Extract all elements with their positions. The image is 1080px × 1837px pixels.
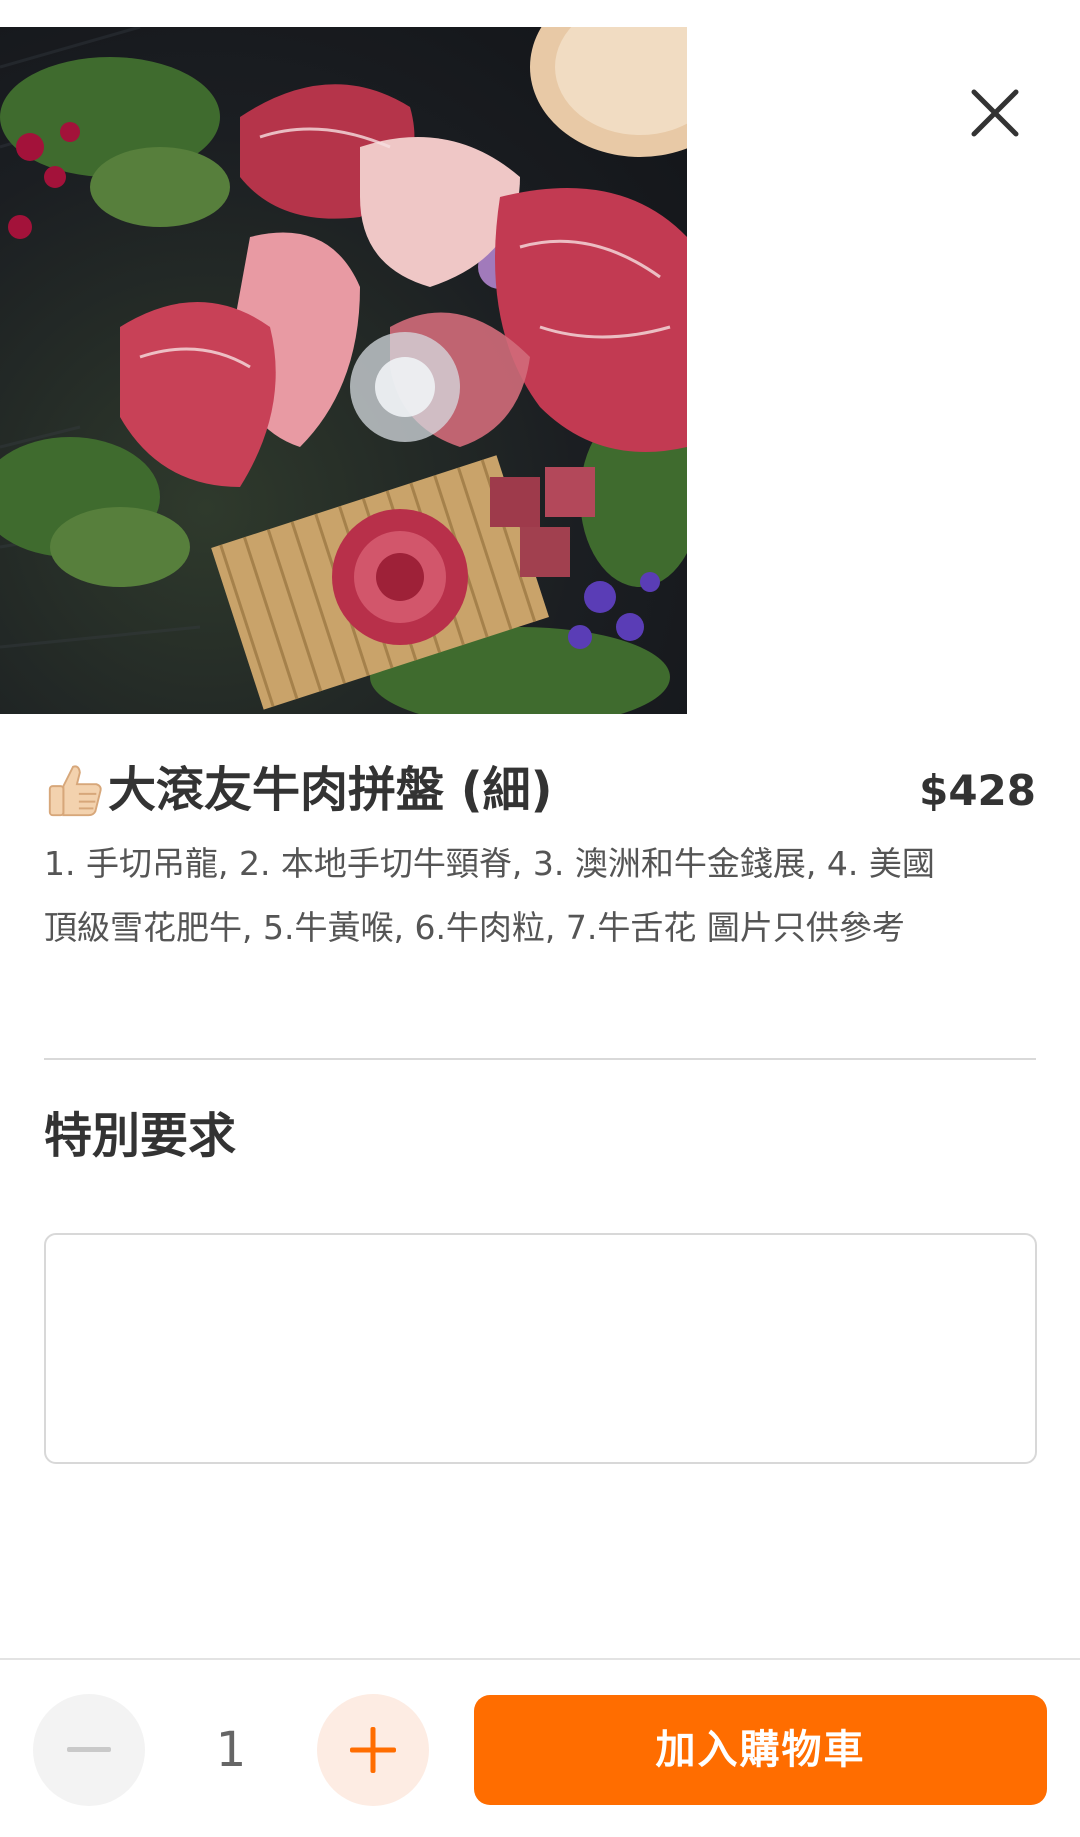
thumbs-up-icon <box>48 765 102 817</box>
decrease-quantity-button[interactable] <box>33 1694 145 1806</box>
product-description: 1. 手切吊龍, 2. 本地手切牛頸脊, 3. 澳洲和牛金錢展, 4. 美國頂級… <box>44 844 935 947</box>
special-request-input[interactable] <box>44 1233 1037 1464</box>
close-icon <box>971 89 1019 137</box>
product-price: $428 <box>919 765 1036 815</box>
increase-quantity-button[interactable] <box>317 1694 429 1806</box>
product-title-wrap: 大滾友牛肉拼盤 (細) <box>44 755 553 825</box>
product-image <box>0 27 687 714</box>
item-detail-page: 大滾友牛肉拼盤 (細) $428 1. 手切吊龍, 2. 本地手切牛頸脊, 3.… <box>0 0 1080 1837</box>
quantity-value: 1 <box>215 1722 247 1778</box>
product-title: 大滾友牛肉拼盤 (細) <box>108 762 553 818</box>
plus-icon <box>350 1727 396 1773</box>
special-request-title: 特別要求 <box>44 1108 237 1164</box>
add-to-cart-button[interactable]: 加入購物車 <box>474 1695 1047 1805</box>
close-button[interactable] <box>962 80 1028 146</box>
product-header: 大滾友牛肉拼盤 (細) $428 <box>44 755 1036 825</box>
divider <box>44 1058 1036 1060</box>
bottom-action-bar: 1 加入購物車 <box>0 1658 1080 1837</box>
minus-icon <box>67 1747 111 1752</box>
